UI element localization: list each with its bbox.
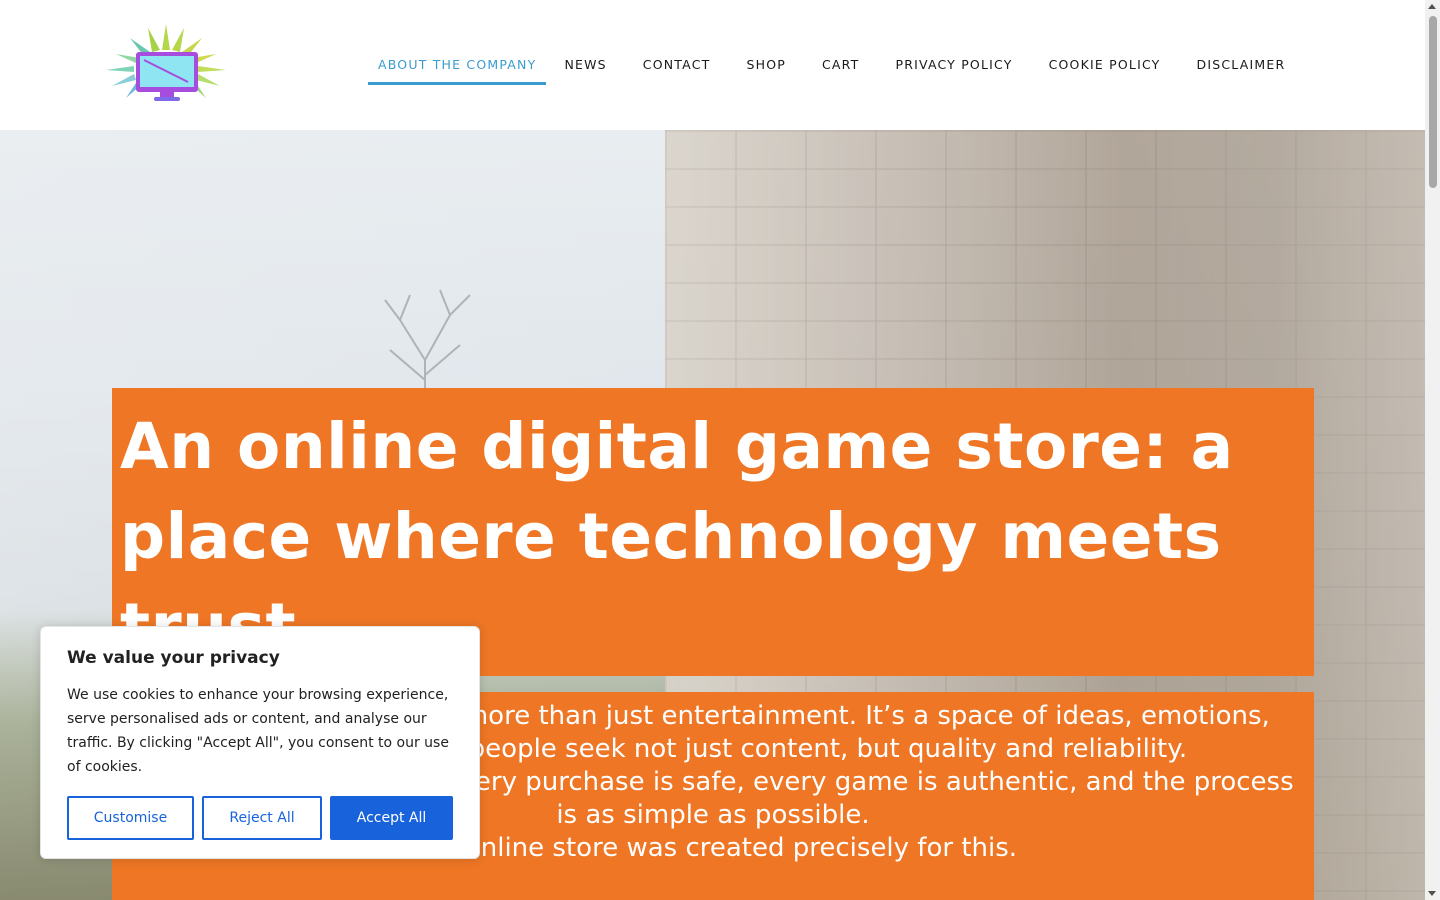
- nav-cookie-policy[interactable]: COOKIE POLICY: [1031, 44, 1179, 72]
- cookie-title: We value your privacy: [67, 648, 280, 668]
- customise-button[interactable]: Customise: [67, 796, 194, 840]
- accept-all-button[interactable]: Accept All: [330, 796, 453, 840]
- nav-shop[interactable]: SHOP: [728, 44, 804, 72]
- main-nav: ABOUT THE COMPANY NEWS CONTACT SHOP CART…: [368, 44, 1303, 86]
- cookie-description: We use cookies to enhance your browsing …: [67, 687, 449, 775]
- nav-about-the-company[interactable]: ABOUT THE COMPANY: [368, 44, 547, 85]
- nav-cart[interactable]: CART: [804, 44, 878, 72]
- nav-news[interactable]: NEWS: [546, 44, 624, 72]
- cookie-consent-banner: We value your privacy We use cookies to …: [40, 626, 480, 859]
- site-logo[interactable]: [104, 22, 228, 104]
- nav-contact[interactable]: CONTACT: [625, 44, 729, 72]
- scroll-down-arrow-icon[interactable]: [1428, 891, 1436, 896]
- scrollbar-thumb[interactable]: [1429, 16, 1437, 188]
- nav-disclaimer[interactable]: DISCLAIMER: [1179, 44, 1304, 72]
- page-scrollbar[interactable]: [1425, 0, 1440, 900]
- site-header: ABOUT THE COMPANY NEWS CONTACT SHOP CART…: [0, 0, 1425, 130]
- reject-all-button[interactable]: Reject All: [202, 796, 322, 840]
- scroll-up-arrow-icon[interactable]: [1428, 4, 1436, 9]
- nav-privacy-policy[interactable]: PRIVACY POLICY: [877, 44, 1030, 72]
